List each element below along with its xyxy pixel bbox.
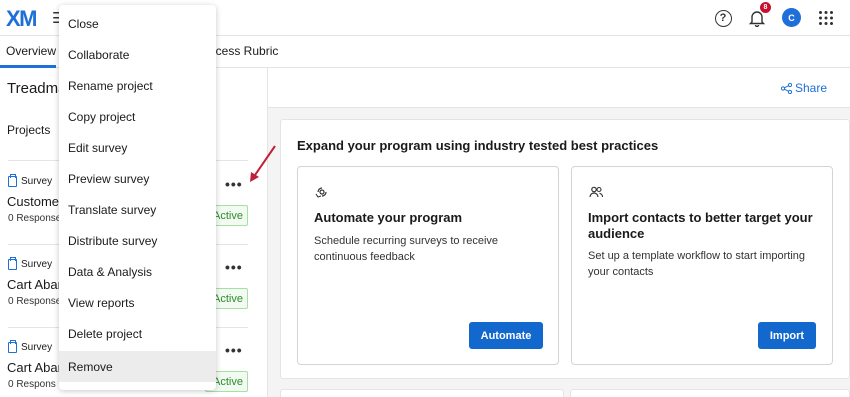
more-options-icon[interactable]: ••• [225, 176, 243, 192]
survey-response-count: 0 Response [8, 296, 62, 307]
import-button[interactable]: Import [758, 322, 816, 349]
menu-item-preview-survey[interactable]: Preview survey [59, 163, 216, 194]
survey-type-label: Survey [21, 259, 53, 270]
import-contacts-card: Import contacts to better target your au… [571, 166, 833, 365]
survey-response-count: 0 Responses [8, 213, 67, 224]
tab-overview[interactable]: Overview [6, 44, 56, 58]
menu-item-view-reports[interactable]: View reports [59, 287, 216, 318]
card-title: Import contacts to better target your au… [588, 210, 813, 241]
card-description: Set up a template workflow to start impo… [588, 250, 806, 278]
contacts-icon [589, 186, 603, 198]
survey-clipboard-icon [8, 174, 17, 187]
survey-name[interactable]: Cart Abar [7, 277, 62, 292]
automate-button[interactable]: Automate [469, 322, 543, 349]
share-bar: Share [268, 68, 850, 108]
menu-item-collaborate[interactable]: Collaborate [59, 39, 216, 70]
survey-type-label: Survey [21, 176, 53, 187]
user-avatar[interactable]: C [782, 8, 801, 27]
share-button[interactable]: Share [780, 81, 827, 95]
menu-item-rename-project[interactable]: Rename project [59, 70, 216, 101]
best-practices-title: Expand your program using industry teste… [297, 138, 659, 153]
card-stub [280, 389, 564, 397]
survey-response-count: 0 Respons [8, 379, 56, 390]
menu-item-edit-survey[interactable]: Edit survey [59, 132, 216, 163]
project-context-menu: Close Collaborate Rename project Copy pr… [59, 5, 216, 390]
automate-card: Automate your program Schedule recurring… [297, 166, 559, 365]
project-title: Treadma [7, 80, 67, 97]
apps-grid-icon[interactable] [815, 7, 837, 29]
menu-item-copy-project[interactable]: Copy project [59, 101, 216, 132]
survey-name[interactable]: Custome [7, 194, 59, 209]
survey-clipboard-icon [8, 257, 17, 270]
xm-logo[interactable]: XM [6, 6, 38, 32]
best-practices-panel: Expand your program using industry teste… [280, 119, 850, 379]
menu-item-close[interactable]: Close [59, 8, 216, 39]
automation-icon [315, 187, 327, 198]
menu-item-translate-survey[interactable]: Translate survey [59, 194, 216, 225]
survey-type: Survey [8, 340, 53, 353]
menu-item-distribute-survey[interactable]: Distribute survey [59, 225, 216, 256]
notification-count-badge: 8 [760, 2, 771, 13]
card-stub [570, 389, 850, 397]
survey-type-label: Survey [21, 342, 53, 353]
more-options-icon[interactable]: ••• [225, 342, 243, 358]
card-description: Schedule recurring surveys to receive co… [314, 235, 499, 263]
survey-type: Survey [8, 174, 53, 187]
share-label: Share [794, 81, 827, 95]
share-icon [780, 82, 792, 94]
survey-type: Survey [8, 257, 53, 270]
main-content: Share Expand your program using industry… [268, 68, 850, 397]
survey-name[interactable]: Cart Abar [7, 360, 62, 375]
menu-item-data-analysis[interactable]: Data & Analysis [59, 256, 216, 287]
help-icon[interactable]: ? [712, 7, 734, 29]
more-options-icon[interactable]: ••• [225, 259, 243, 275]
annotation-arrow-icon [250, 145, 276, 182]
projects-label: Projects [7, 123, 51, 137]
survey-clipboard-icon [8, 340, 17, 353]
menu-item-delete-project[interactable]: Delete project [59, 318, 216, 349]
card-title: Automate your program [314, 210, 463, 225]
menu-item-remove[interactable]: Remove [59, 351, 216, 382]
